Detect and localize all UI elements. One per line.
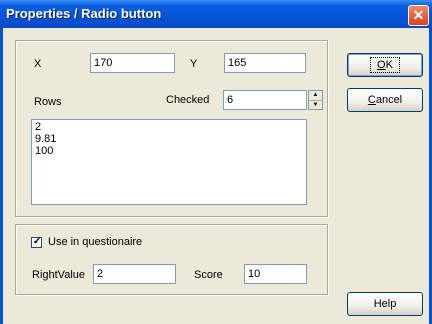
cancel-accelerator: C — [367, 94, 376, 106]
spin-down-icon[interactable]: ▼ — [309, 100, 322, 110]
y-label: Y — [190, 58, 198, 70]
properties-dialog: Properties / Radio button ✕ X 170 Y 165 … — [0, 0, 432, 324]
rows-line: 2 — [35, 121, 42, 133]
questionnaire-group — [15, 224, 328, 295]
cancel-label-rest: ancel — [375, 94, 403, 106]
checked-label: Checked — [166, 94, 210, 106]
score-label: Score — [194, 269, 223, 281]
cancel-button[interactable]: Cancel — [347, 88, 423, 112]
spin-up-icon[interactable]: ▲ — [309, 91, 322, 100]
checked-input[interactable]: 6 — [223, 90, 307, 110]
help-button[interactable]: Help — [347, 292, 423, 316]
rows-line: 100 — [35, 145, 54, 157]
y-input[interactable]: 165 — [224, 53, 306, 73]
close-button[interactable]: ✕ — [408, 5, 429, 26]
help-label: Help — [373, 298, 397, 310]
right-value-label: RightValue — [32, 269, 85, 281]
close-icon: ✕ — [412, 7, 425, 23]
right-value-input[interactable]: 2 — [93, 264, 176, 284]
use-in-questionnaire-checkbox[interactable]: ✓ — [31, 236, 42, 248]
rows-label: Rows — [34, 96, 62, 108]
x-input[interactable]: 170 — [90, 53, 175, 73]
checked-spinner[interactable]: ▲ ▼ — [308, 90, 323, 110]
rows-textarea[interactable]: 2 9.81 100 — [31, 119, 307, 205]
ok-label-rest: K — [385, 59, 393, 71]
checkmark-icon: ✓ — [33, 236, 42, 247]
score-input[interactable]: 10 — [244, 264, 307, 284]
window-frame-left — [0, 28, 3, 324]
ok-button-focus: OK — [370, 57, 400, 73]
x-label: X — [34, 58, 42, 70]
use-in-questionnaire-label[interactable]: Use in questionaire — [48, 236, 142, 248]
ok-button[interactable]: OK — [347, 53, 423, 77]
window-title: Properties / Radio button — [6, 6, 162, 21]
title-bar[interactable]: Properties / Radio button ✕ — [0, 0, 432, 28]
rows-line: 9.81 — [35, 133, 57, 145]
ok-accelerator: O — [377, 59, 386, 71]
